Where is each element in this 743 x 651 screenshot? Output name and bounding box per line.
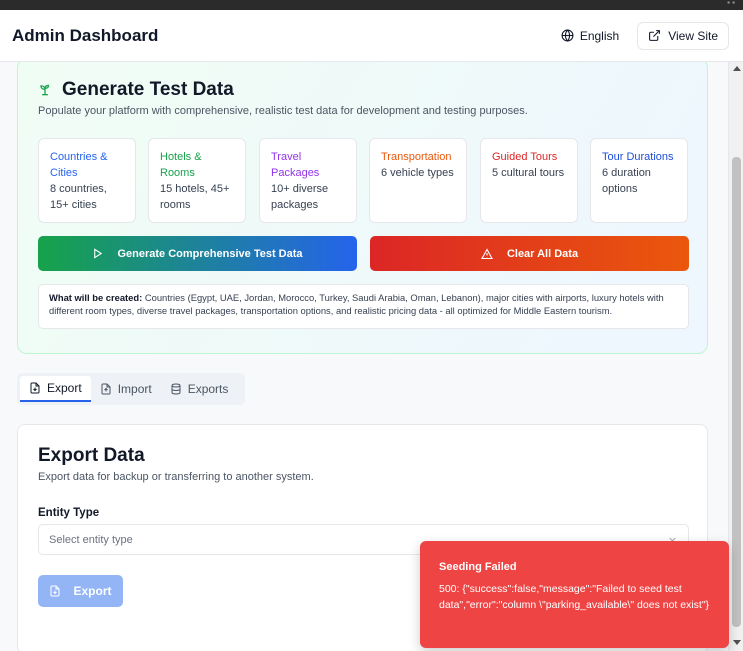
external-link-icon: [648, 29, 661, 42]
stat-title: Travel Packages: [271, 151, 320, 179]
tab-label: Import: [117, 382, 152, 396]
stat-card-packages: Travel Packages 10+ diverse packages: [259, 138, 357, 223]
stat-title: Hotels & Rooms: [160, 151, 202, 179]
generate-title: Generate Test Data: [38, 79, 234, 101]
stat-desc: 15 hotels, 45+ rooms: [160, 183, 230, 211]
stat-card-countries: Countries & Cities 8 countries, 15+ citi…: [38, 138, 136, 223]
export-button-label: Export: [73, 584, 112, 598]
stat-title: Guided Tours: [492, 151, 558, 163]
stat-desc: 8 countries, 15+ cities: [50, 183, 107, 211]
error-toast[interactable]: Seeding Failed 500: {"success":false,"me…: [420, 541, 729, 648]
note-label: What will be created:: [49, 292, 143, 303]
export-button[interactable]: Export: [38, 575, 123, 607]
file-download-icon: [49, 585, 61, 597]
generate-title-text: Generate Test Data: [62, 79, 234, 100]
stat-title: Countries & Cities: [50, 151, 108, 179]
stat-desc: 10+ diverse packages: [271, 183, 329, 211]
play-icon: [92, 248, 103, 259]
clear-button-label: Clear All Data: [506, 247, 579, 260]
app-title: Admin Dashboard: [12, 25, 159, 45]
tab-import[interactable]: Import: [91, 376, 161, 402]
stat-title: Transportation: [381, 151, 452, 163]
select-placeholder: Select entity type: [49, 533, 133, 546]
tab-export[interactable]: Export: [20, 376, 91, 402]
data-tabs: Export Import Exports: [17, 373, 245, 405]
scroll-up-icon[interactable]: [733, 66, 741, 71]
scrollbar-thumb[interactable]: [732, 157, 741, 627]
generate-button-label: Generate Comprehensive Test Data: [117, 247, 303, 260]
file-export-icon: [29, 382, 41, 394]
generate-test-data-card: Generate Test Data Populate your platfor…: [17, 62, 708, 354]
view-site-button[interactable]: View Site: [637, 21, 729, 50]
toast-message: 500: {"success":false,"message":"Failed …: [439, 583, 710, 611]
view-site-label: View Site: [668, 28, 718, 43]
window-controls-icon: ▪ ▪: [727, 0, 735, 7]
tab-exports[interactable]: Exports: [161, 376, 238, 402]
stat-desc: 6 duration options: [602, 167, 651, 195]
entity-type-label: Entity Type: [38, 507, 100, 519]
stat-desc: 6 vehicle types: [381, 167, 454, 179]
globe-icon: [561, 29, 574, 42]
tab-label: Export: [47, 381, 82, 395]
what-will-be-created-note: What will be created: Countries (Egypt, …: [38, 284, 689, 329]
stat-card-hotels: Hotels & Rooms 15 hotels, 45+ rooms: [148, 138, 246, 223]
page-scrollbar[interactable]: [728, 62, 743, 651]
stat-card-tours: Guided Tours 5 cultural tours: [480, 138, 578, 223]
top-header: Admin Dashboard English View Site: [0, 10, 743, 62]
export-description: Export data for backup or transferring t…: [38, 471, 314, 483]
scroll-down-icon[interactable]: [733, 640, 741, 645]
generate-description: Populate your platform with comprehensiv…: [38, 105, 528, 117]
language-label: English: [579, 28, 620, 43]
database-icon: [170, 383, 182, 395]
clear-all-data-button[interactable]: Clear All Data: [370, 236, 689, 271]
stat-card-durations: Tour Durations 6 duration options: [590, 138, 688, 223]
file-import-icon: [100, 383, 112, 395]
warning-icon: [481, 247, 493, 260]
browser-top-strip: ▪ ▪: [0, 0, 743, 10]
stat-desc: 5 cultural tours: [492, 167, 565, 179]
language-button[interactable]: English: [561, 29, 619, 43]
toast-title: Seeding Failed: [439, 561, 517, 573]
sprout-icon: [38, 83, 52, 97]
tab-label: Exports: [187, 382, 229, 396]
stat-card-transportation: Transportation 6 vehicle types: [369, 138, 467, 223]
note-text: Countries (Egypt, UAE, Jordan, Morocco, …: [49, 292, 664, 316]
stat-title: Tour Durations: [602, 151, 674, 163]
export-title: Export Data: [38, 445, 145, 466]
generate-test-data-button[interactable]: Generate Comprehensive Test Data: [38, 236, 357, 271]
